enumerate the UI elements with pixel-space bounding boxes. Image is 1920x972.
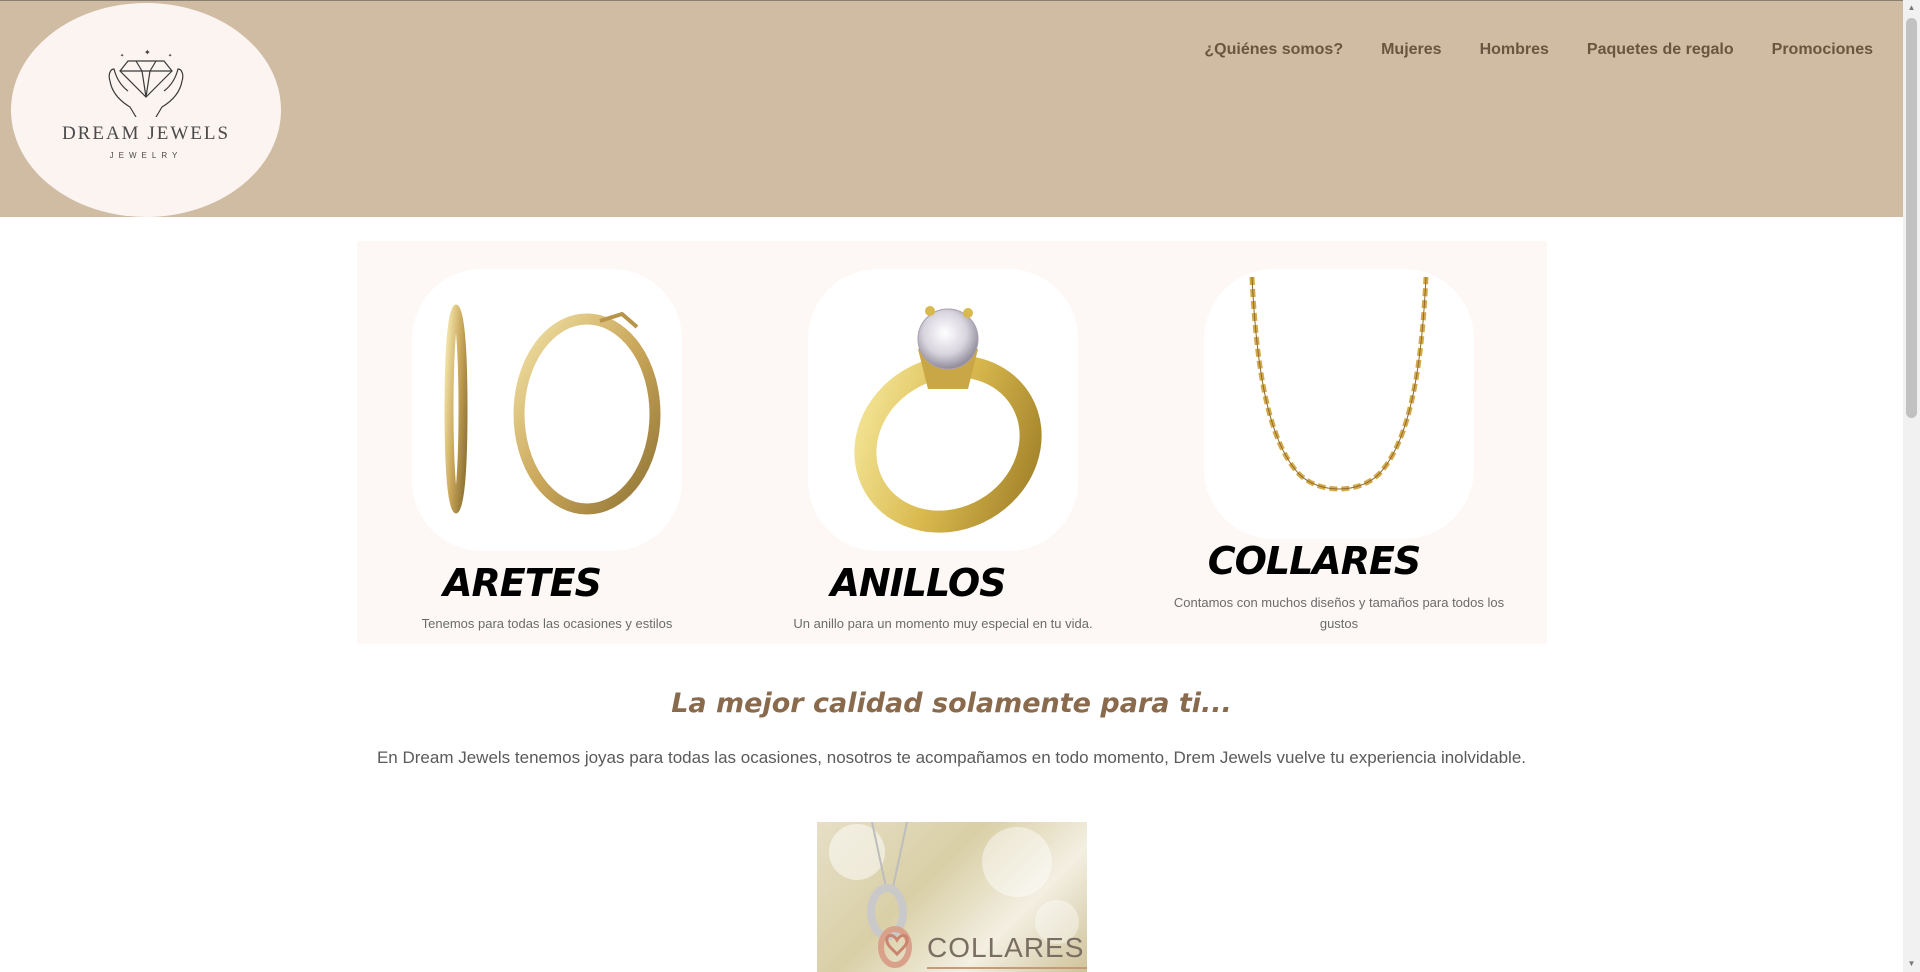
nav-item-paquetes-de-regalo[interactable]: Paquetes de regalo	[1587, 41, 1734, 59]
brand-logo[interactable]: ✦ ✦ ✦ DREAM JEWELS JEWELRY	[11, 3, 281, 217]
scroll-down-arrow-icon[interactable]: ▼	[1903, 956, 1920, 972]
scroll-up-arrow-icon[interactable]: ▲	[1903, 0, 1920, 16]
nav-item-mujeres[interactable]: Mujeres	[1381, 41, 1441, 59]
category-title: ARETES	[443, 561, 602, 605]
svg-text:✦: ✦	[168, 53, 172, 59]
category-title: COLLARES	[1207, 539, 1422, 583]
page-scrollbar[interactable]: ▲ ▼	[1903, 0, 1920, 972]
category-description: Contamos con muchos diseños y tamaños pa…	[1173, 595, 1505, 631]
main-nav: ¿Quiénes somos? Mujeres Hombres Paquetes…	[1204, 41, 1873, 59]
nav-item-hombres[interactable]: Hombres	[1480, 41, 1549, 59]
category-card-aretes[interactable]: ARETES Tenemos para todas las ocasiones …	[357, 241, 687, 644]
nav-item-promociones[interactable]: Promociones	[1772, 41, 1873, 59]
category-title: ANILLOS	[830, 561, 1006, 605]
categories-panel: ARETES Tenemos para todas las ocasiones …	[357, 241, 1547, 644]
category-description: Un anillo para un momento muy especial e…	[793, 616, 1093, 631]
brand-tagline: JEWELRY	[109, 151, 183, 160]
section-lead: En Dream Jewels tenemos joyas para todas…	[376, 748, 1527, 767]
category-description: Tenemos para todas las ocasiones y estil…	[421, 616, 673, 631]
earrings-image[interactable]	[412, 269, 682, 551]
svg-text:✦: ✦	[120, 53, 124, 59]
promo-banner-collares[interactable]: COLLARES	[817, 822, 1087, 972]
diamond-hands-icon: ✦ ✦ ✦	[108, 48, 184, 117]
promo-underline	[927, 967, 1087, 969]
ring-image[interactable]	[808, 269, 1078, 551]
nav-item-quienes-somos[interactable]: ¿Quiénes somos?	[1204, 41, 1343, 59]
necklace-image[interactable]	[1204, 269, 1474, 539]
category-card-collares[interactable]: COLLARES Contamos con muchos diseños y t…	[1149, 241, 1504, 644]
site-header: ✦ ✦ ✦ DREAM JEWELS JEWELRY ¿Quiénes somo…	[0, 0, 1903, 217]
brand-name: DREAM JEWELS	[61, 123, 231, 144]
promo-label: COLLARES	[927, 932, 1085, 963]
section-headline: La mejor calidad solamente para ti...	[671, 688, 1232, 719]
scrollbar-thumb[interactable]	[1906, 18, 1917, 418]
category-card-anillos[interactable]: ANILLOS Un anillo para un momento muy es…	[753, 241, 1093, 644]
svg-text:✦: ✦	[144, 48, 151, 57]
